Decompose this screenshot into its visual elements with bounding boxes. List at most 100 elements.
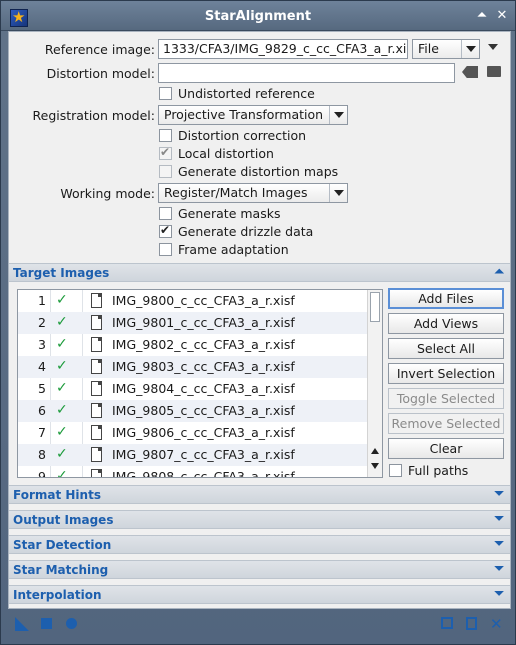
- close-icon[interactable]: ✕: [494, 8, 510, 24]
- edit-instance-icon[interactable]: [466, 617, 477, 630]
- enabled-check-icon[interactable]: ✓: [56, 468, 68, 477]
- working-mode-label: Working mode:: [60, 186, 155, 201]
- reference-source-select[interactable]: File: [412, 39, 480, 59]
- checkbox-box: [159, 145, 172, 160]
- apply-global-icon[interactable]: [41, 618, 52, 629]
- reference-image-field[interactable]: 1333/CFA3/IMG_9829_c_cc_CFA3_a_r.xisf: [158, 39, 408, 59]
- scrollbar-thumb[interactable]: [370, 292, 380, 322]
- checkbox-label: Generate distortion maps: [178, 164, 339, 179]
- enabled-check-icon[interactable]: ✓: [56, 402, 68, 418]
- enabled-check-icon[interactable]: ✓: [56, 424, 68, 440]
- generate-distortion-maps-checkbox[interactable]: Generate distortion maps: [159, 164, 338, 179]
- table-row[interactable]: 1 ✓ IMG_9800_c_cc_CFA3_a_r.xisf: [18, 290, 368, 312]
- invert-selection-button[interactable]: Invert Selection: [388, 363, 504, 384]
- expand-icon[interactable]: ⏷: [494, 561, 504, 576]
- checkbox-label: Generate masks: [178, 206, 281, 221]
- enabled-check-icon[interactable]: ✓: [56, 380, 68, 396]
- distortion-model-label: Distortion model:: [46, 66, 155, 81]
- table-row[interactable]: 6 ✓ IMG_9805_c_cc_CFA3_a_r.xisf: [18, 400, 368, 422]
- file-icon: [91, 469, 102, 477]
- checkbox-box: [159, 207, 172, 220]
- enabled-check-icon[interactable]: ✓: [56, 314, 68, 330]
- browse-documentation-icon[interactable]: [441, 617, 453, 629]
- scroll-down-icon[interactable]: [371, 463, 379, 469]
- table-row[interactable]: 7 ✓ IMG_9806_c_cc_CFA3_a_r.xisf: [18, 422, 368, 444]
- checkbox-box: [159, 223, 172, 238]
- row-index: 1: [38, 293, 46, 308]
- enabled-check-icon[interactable]: ✓: [56, 446, 68, 462]
- reset-icon[interactable]: ✕: [490, 617, 504, 632]
- interpolation-section-header[interactable]: Interpolation ⏷: [9, 585, 510, 604]
- file-name: IMG_9808_c_cc_CFA3_a_r.xisf: [112, 469, 295, 478]
- table-row[interactable]: 5 ✓ IMG_9804_c_cc_CFA3_a_r.xisf: [18, 378, 368, 400]
- bottom-toolbar: ✕: [1, 609, 515, 645]
- row-index: 8: [38, 447, 46, 462]
- select-all-button[interactable]: Select All: [388, 338, 504, 359]
- list-scrollbar[interactable]: [367, 290, 382, 477]
- remove-selected-button[interactable]: Remove Selected: [388, 413, 504, 434]
- distortion-model-field[interactable]: [158, 63, 455, 83]
- add-files-button[interactable]: Add Files: [388, 288, 504, 309]
- registration-model-value: Projective Transformation: [164, 107, 324, 122]
- chevron-down-icon: [329, 184, 347, 202]
- row-index: 2: [38, 315, 46, 330]
- collapse-icon[interactable]: ⏶: [494, 264, 504, 279]
- undistorted-reference-checkbox[interactable]: Undistorted reference: [159, 86, 315, 101]
- file-icon: [91, 293, 102, 308]
- expand-icon[interactable]: ⏷: [494, 486, 504, 501]
- full-paths-checkbox[interactable]: Full paths: [389, 463, 468, 478]
- file-name: IMG_9800_c_cc_CFA3_a_r.xisf: [112, 293, 295, 308]
- row-index: 3: [38, 337, 46, 352]
- chevron-down-icon: [461, 40, 479, 58]
- star-matching-section-header[interactable]: Star Matching ⏷: [9, 560, 510, 579]
- clear-field-icon[interactable]: [462, 66, 478, 78]
- expand-icon[interactable]: ⏷: [494, 586, 504, 601]
- add-views-button[interactable]: Add Views: [388, 313, 504, 334]
- working-mode-select[interactable]: Register/Match Images: [158, 183, 348, 203]
- generate-masks-checkbox[interactable]: Generate masks: [159, 206, 280, 221]
- expand-icon[interactable]: ⏷: [494, 536, 504, 551]
- local-distortion-checkbox[interactable]: Local distortion: [159, 145, 274, 161]
- table-row[interactable]: 4 ✓ IMG_9803_c_cc_CFA3_a_r.xisf: [18, 356, 368, 378]
- row-index: 6: [38, 403, 46, 418]
- enabled-check-icon[interactable]: ✓: [56, 292, 68, 308]
- row-index: 7: [38, 425, 46, 440]
- distortion-correction-checkbox[interactable]: Distortion correction: [159, 128, 306, 143]
- section-title: Target Images: [13, 266, 110, 280]
- output-images-section-header[interactable]: Output Images ⏷: [9, 510, 510, 529]
- expand-icon[interactable]: ⏷: [494, 511, 504, 526]
- table-row[interactable]: 2 ✓ IMG_9801_c_cc_CFA3_a_r.xisf: [18, 312, 368, 334]
- file-name: IMG_9804_c_cc_CFA3_a_r.xisf: [112, 381, 295, 396]
- target-images-list[interactable]: 1 ✓ IMG_9800_c_cc_CFA3_a_r.xisf 2 ✓ IMG_9801_…: [17, 289, 383, 478]
- table-row[interactable]: 9 ✓ IMG_9808_c_cc_CFA3_a_r.xisf: [18, 466, 368, 478]
- frame-adaptation-checkbox[interactable]: Frame adaptation: [159, 242, 289, 257]
- checkbox-box: [389, 464, 402, 477]
- folder-icon[interactable]: [487, 66, 501, 77]
- file-icon: [91, 315, 102, 330]
- file-icon: [91, 381, 102, 396]
- section-title: Interpolation: [13, 588, 102, 602]
- apply-icon[interactable]: [66, 618, 77, 629]
- star-detection-section-header[interactable]: Star Detection ⏷: [9, 535, 510, 554]
- format-hints-section-header[interactable]: Format Hints ⏷: [9, 485, 510, 504]
- registration-model-select[interactable]: Projective Transformation: [158, 105, 348, 125]
- table-row[interactable]: 8 ✓ IMG_9807_c_cc_CFA3_a_r.xisf: [18, 444, 368, 466]
- enabled-check-icon[interactable]: ✓: [56, 336, 68, 352]
- row-index: 9: [38, 469, 46, 478]
- scroll-up-icon[interactable]: [371, 448, 379, 454]
- enabled-check-icon[interactable]: ✓: [56, 358, 68, 374]
- target-images-section-header[interactable]: Target Images ⏶: [9, 263, 510, 282]
- checkbox-label: Frame adaptation: [178, 242, 289, 257]
- registration-model-label: Registration model:: [32, 108, 156, 123]
- shade-icon[interactable]: ⏶: [474, 8, 490, 24]
- dropdown-menu-icon[interactable]: [488, 44, 498, 50]
- staralignment-window: StarAlignment ⏶ ✕ Reference image: 1333/…: [0, 0, 516, 645]
- clear-button[interactable]: Clear: [388, 438, 504, 459]
- checkbox-label: Generate drizzle data: [178, 224, 314, 239]
- toggle-selected-button[interactable]: Toggle Selected: [388, 388, 504, 409]
- working-mode-value: Register/Match Images: [164, 185, 308, 200]
- new-instance-icon[interactable]: [15, 617, 29, 631]
- generate-drizzle-checkbox[interactable]: Generate drizzle data: [159, 223, 314, 239]
- title-bar[interactable]: StarAlignment ⏶ ✕: [1, 1, 515, 31]
- table-row[interactable]: 3 ✓ IMG_9802_c_cc_CFA3_a_r.xisf: [18, 334, 368, 356]
